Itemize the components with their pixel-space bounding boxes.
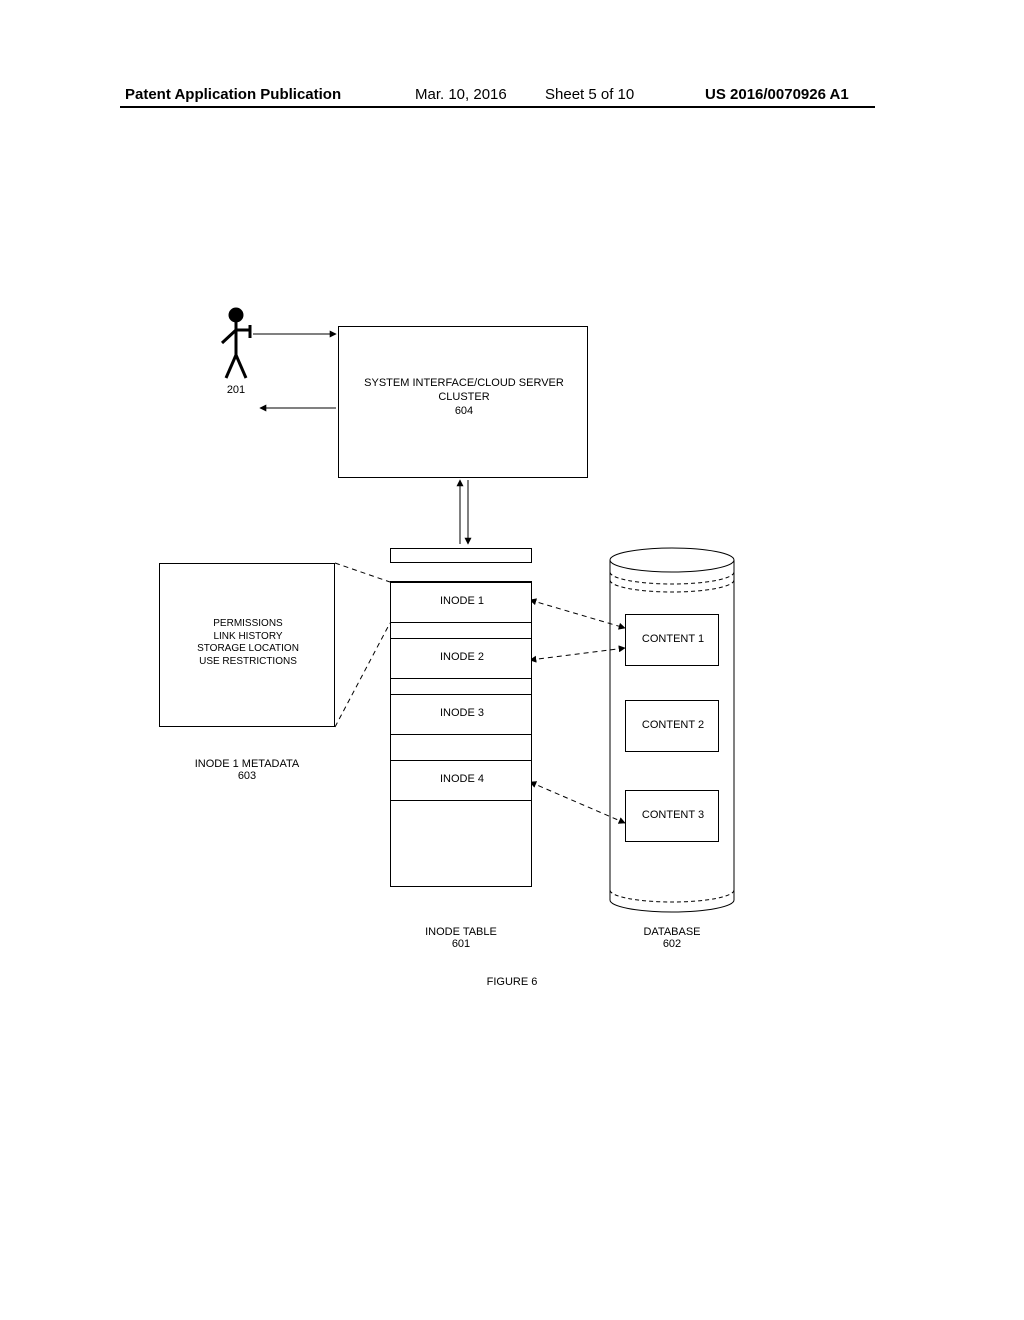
metadata-permissions: PERMISSIONS	[160, 618, 336, 631]
publication-number: US 2016/0070926 A1	[705, 86, 849, 103]
metadata-caption: INODE 1 METADATA 603	[159, 758, 335, 782]
inode-row-1: INODE 1	[390, 582, 532, 623]
inode-row-4: INODE 4	[390, 760, 532, 801]
inode-table-bottom-band	[390, 886, 532, 906]
system-line2: CLUSTER	[339, 391, 589, 405]
sheet-number: Sheet 5 of 10	[545, 86, 634, 103]
inode-table-top-band	[390, 562, 532, 582]
inode-table-caption-title: INODE TABLE	[390, 926, 532, 938]
metadata-caption-ref: 603	[159, 770, 335, 782]
user-ref: 201	[224, 384, 248, 398]
system-ref: 604	[339, 405, 589, 419]
content-3-box: CONTENT 3	[625, 790, 719, 842]
content-2-box: CONTENT 2	[625, 700, 719, 752]
figure-caption: FIGURE 6	[0, 976, 1024, 988]
metadata-use-restrictions: USE RESTRICTIONS	[160, 656, 336, 669]
inode-row-2: INODE 2	[390, 638, 532, 679]
inode-row-1-label: INODE 1	[391, 595, 533, 609]
inode-row-3-label: INODE 3	[391, 707, 533, 721]
publication-date: Mar. 10, 2016	[415, 86, 507, 103]
metadata-caption-title: INODE 1 METADATA	[159, 758, 335, 770]
database-caption-ref: 602	[610, 938, 734, 950]
user-icon	[222, 309, 250, 378]
header-divider	[120, 106, 875, 108]
system-line1: SYSTEM INTERFACE/CLOUD SERVER	[339, 377, 589, 391]
content-1-label: CONTENT 1	[626, 633, 720, 647]
page: Patent Application Publication Mar. 10, …	[0, 0, 1024, 1320]
publication-label: Patent Application Publication	[125, 86, 341, 103]
inode-table-caption-ref: 601	[390, 938, 532, 950]
inode-row-2-label: INODE 2	[391, 651, 533, 665]
metadata-storage-location: STORAGE LOCATION	[160, 643, 336, 656]
inode-table-caption: INODE TABLE 601	[390, 926, 532, 950]
inode-row-4-label: INODE 4	[391, 773, 533, 787]
metadata-link-history: LINK HISTORY	[160, 631, 336, 644]
inode-row-3: INODE 3	[390, 694, 532, 735]
content-3-label: CONTENT 3	[626, 809, 720, 823]
content-2-label: CONTENT 2	[626, 719, 720, 733]
database-caption-title: DATABASE	[610, 926, 734, 938]
content-1-box: CONTENT 1	[625, 614, 719, 666]
database-caption: DATABASE 602	[610, 926, 734, 950]
inode1-metadata-box: PERMISSIONS LINK HISTORY STORAGE LOCATIO…	[159, 563, 335, 727]
system-interface-box: SYSTEM INTERFACE/CLOUD SERVER CLUSTER 60…	[338, 326, 588, 478]
